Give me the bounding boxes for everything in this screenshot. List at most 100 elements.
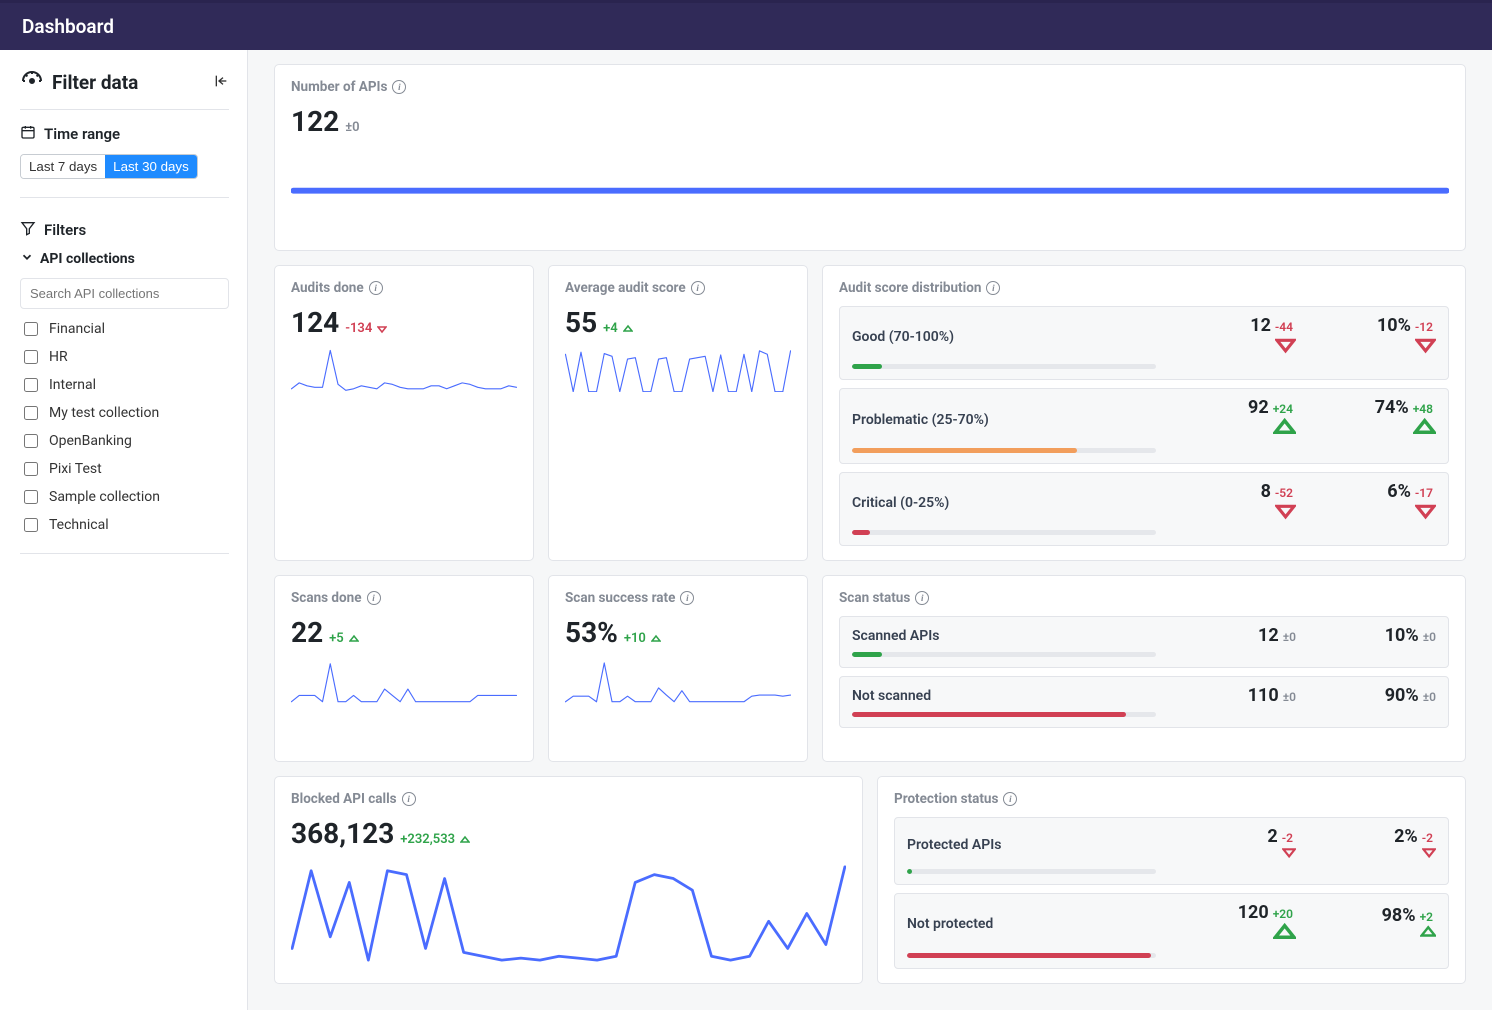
card-scans-done: Scans donei 22 +5 [274,575,534,762]
num-apis-delta: ±0 [345,120,359,135]
collection-label: My test collection [49,405,159,421]
collection-checkbox[interactable] [24,322,38,336]
avg-score-value: 55 [565,306,597,339]
audits-delta: -134 [345,321,387,336]
collection-checkbox-row[interactable]: My test collection [20,403,229,423]
filters-section: Filters [20,220,229,240]
collection-label: Technical [49,517,109,533]
collection-checkbox-row[interactable]: Internal [20,375,229,395]
topbar: Dashboard [0,0,1492,50]
sidebar: Filter data Time range Last 7 daysLast 3… [0,50,248,1010]
card-number-of-apis: Number of APIsi 122 ±0 [274,64,1466,251]
blocked-value: 368,123 [291,817,394,850]
scan-rate-delta: +10 [624,631,661,646]
distribution-value: 2 -2 [1166,826,1296,862]
distribution-bar [907,953,1156,958]
sidebar-title: Filter data [20,68,138,97]
collection-checkbox-row[interactable]: OpenBanking [20,431,229,451]
blocked-chart [291,858,846,958]
info-icon[interactable]: i [680,591,694,605]
time-range-toggle: Last 7 daysLast 30 days [20,154,198,179]
distribution-row: Good (70-100%)12 -44 10% -12 [839,306,1449,380]
distribution-bar [852,530,1156,535]
card-audits-done: Audits donei 124 -134 [274,265,534,561]
distribution-percent: 90% ±0 [1306,685,1436,706]
audits-value: 124 [291,306,339,339]
card-protection-status: Protection statusi Protected APIs2 -2 2%… [877,776,1466,984]
collection-label: Internal [49,377,96,393]
distribution-label: Not scanned [852,688,1156,704]
collection-label: OpenBanking [49,433,132,449]
search-input[interactable] [20,278,229,309]
card-blocked-api-calls: Blocked API callsi 368,123 +232,533 [274,776,863,984]
card-scan-success-rate: Scan success ratei 53% +10 [548,575,808,762]
distribution-label: Scanned APIs [852,628,1156,644]
gauge-icon [20,68,44,97]
scans-chart [291,657,517,747]
distribution-bar [852,448,1156,453]
collection-checkbox[interactable] [24,350,38,364]
distribution-bar [852,712,1156,717]
chevron-down-icon [20,250,34,268]
info-icon[interactable]: i [392,80,406,94]
scans-value: 22 [291,616,323,649]
distribution-value: 110 ±0 [1166,685,1296,706]
info-icon[interactable]: i [402,792,416,806]
info-icon[interactable]: i [367,591,381,605]
distribution-bar [907,869,1156,874]
distribution-label: Good (70-100%) [852,329,1156,345]
info-icon[interactable]: i [1003,792,1017,806]
distribution-row: Scanned APIs 12 ±0 10% ±0 [839,616,1449,668]
collection-checkbox-row[interactable]: Financial [20,319,229,339]
distribution-row: Problematic (25-70%)92 +24 74% +48 [839,388,1449,464]
distribution-label: Critical (0-25%) [852,495,1156,511]
audits-chart [291,347,517,437]
collection-label: Financial [49,321,105,337]
card-audit-score-distribution: Audit score distributioni Good (70-100%)… [822,265,1466,561]
page-title: Dashboard [22,15,114,38]
distribution-percent: 98% +2 [1306,905,1436,943]
distribution-row: Protected APIs2 -2 2% -2 [894,817,1449,884]
collection-checkbox-row[interactable]: Pixi Test [20,459,229,479]
collection-checkbox-row[interactable]: HR [20,347,229,367]
card-scan-status: Scan statusi Scanned APIs12 ±0 10% ±0 No… [822,575,1466,762]
info-icon[interactable]: i [369,281,383,295]
distribution-percent: 10% -12 [1306,315,1436,358]
scan-rate-value: 53% [565,616,618,649]
collection-checkbox[interactable] [24,462,38,476]
distribution-row: Not protected 120 +20 98% +2 [894,893,1449,969]
collection-label: Pixi Test [49,461,102,477]
filter-icon [20,220,36,240]
collection-label: HR [49,349,68,365]
collection-checkbox[interactable] [24,378,38,392]
distribution-label: Not protected [907,916,1156,932]
scans-delta: +5 [329,631,359,646]
distribution-value: 12 ±0 [1166,625,1296,646]
collection-checkbox[interactable] [24,490,38,504]
distribution-label: Protected APIs [907,837,1156,853]
scan-rate-chart [565,657,791,747]
collection-checkbox-row[interactable]: Sample collection [20,487,229,507]
info-icon[interactable]: i [915,591,929,605]
distribution-value: 120 +20 [1166,902,1296,947]
collection-checkbox[interactable] [24,406,38,420]
distribution-percent: 74% +48 [1306,397,1436,442]
collection-checkbox[interactable] [24,518,38,532]
collection-checkbox[interactable] [24,434,38,448]
distribution-bar [852,364,1156,369]
distribution-value: 8 -52 [1166,481,1296,524]
card-avg-audit-score: Average audit scorei 55 +4 [548,265,808,561]
distribution-percent: 10% ±0 [1306,625,1436,646]
info-icon[interactable]: i [691,281,705,295]
distribution-row: Critical (0-25%)8 -52 6% -17 [839,472,1449,546]
content: Number of APIsi 122 ±0 Audits donei 124 … [248,50,1492,1010]
collapse-sidebar-icon[interactable] [213,73,229,93]
collection-checkbox-row[interactable]: Technical [20,515,229,535]
num-apis-value: 122 [291,105,339,138]
distribution-row: Not scanned 110 ±0 90% ±0 [839,676,1449,728]
num-apis-chart [291,146,1449,236]
time-range-option[interactable]: Last 30 days [105,155,197,178]
api-collections-header[interactable]: API collections [20,250,229,268]
info-icon[interactable]: i [986,281,1000,295]
time-range-option[interactable]: Last 7 days [21,155,105,178]
